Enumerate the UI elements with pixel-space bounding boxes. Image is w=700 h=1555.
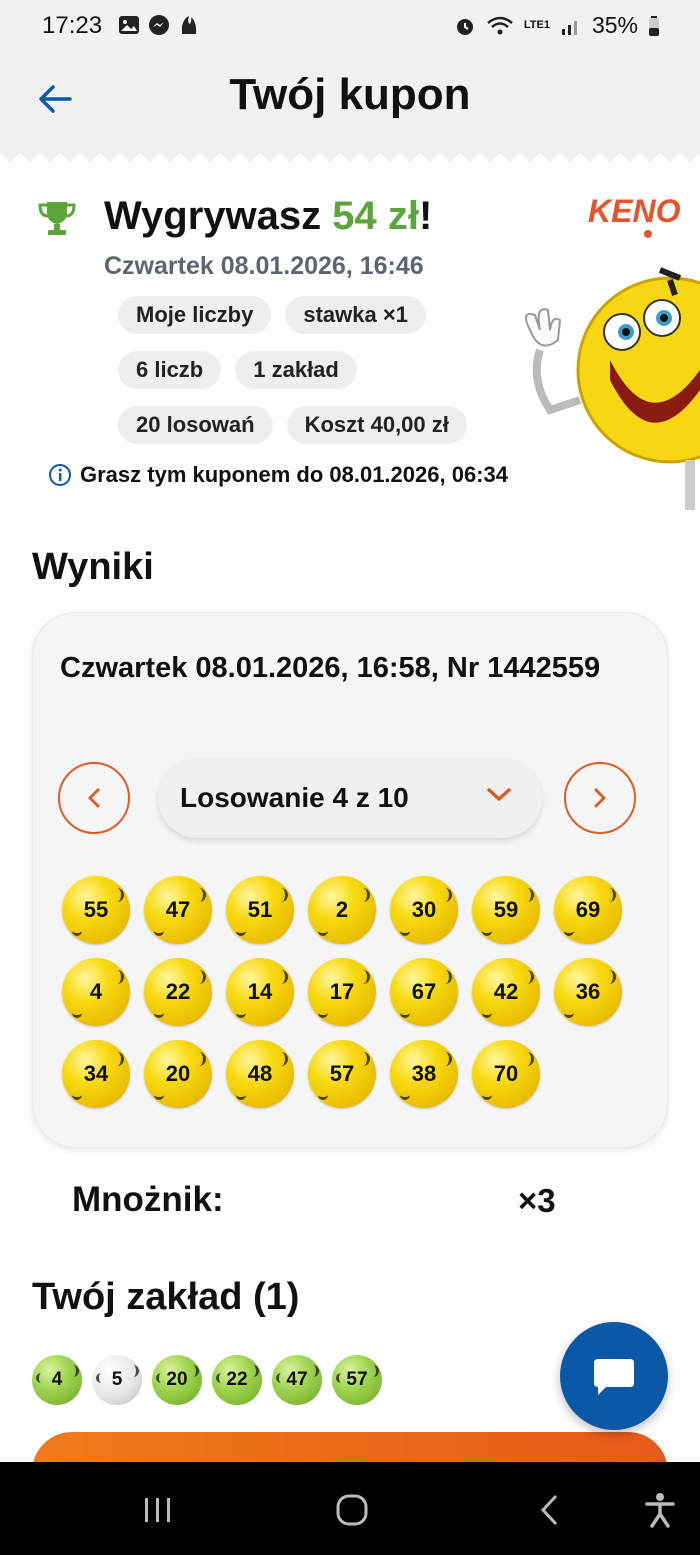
drawn-number-ball: 14 xyxy=(226,958,294,1026)
drawn-number-ball: 38 xyxy=(390,1040,458,1108)
ticket-edge xyxy=(0,152,700,164)
drawn-number-ball: 17 xyxy=(308,958,376,1026)
win-amount: 54 zł xyxy=(332,194,419,238)
home-button[interactable] xyxy=(332,1490,372,1530)
status-bar: 17:23 LTE1 35% xyxy=(0,0,700,52)
previous-draw-button[interactable] xyxy=(58,762,130,834)
drawn-number-ball: 48 xyxy=(226,1040,294,1108)
chip-numbers-count: 6 liczb xyxy=(118,351,222,389)
chat-button[interactable] xyxy=(560,1322,668,1430)
gallery-icon xyxy=(119,16,139,34)
drawn-number-ball: 2 xyxy=(308,876,376,944)
drawn-number-ball: 36 xyxy=(554,958,622,1026)
battery-percent: 35% xyxy=(591,12,638,38)
draw-date: Czwartek 08.01.2026, 16:58, Nr 1442559 xyxy=(60,652,601,684)
drawn-number-ball: 20 xyxy=(144,1040,212,1108)
chip-stake: stawka ×1 xyxy=(285,296,426,334)
accessibility-icon xyxy=(645,1493,675,1528)
chip-cost: Koszt 40,00 zł xyxy=(286,406,467,444)
alarm-icon xyxy=(456,18,473,35)
trophy-icon xyxy=(38,202,76,235)
system-back-button[interactable] xyxy=(530,1490,570,1530)
home-icon xyxy=(336,1494,368,1526)
drawn-number-ball: 4 xyxy=(62,958,130,1026)
info-icon xyxy=(49,464,71,486)
chevron-left-icon xyxy=(88,788,100,808)
bet-numbers: 4 5 20 22 47 57 xyxy=(32,1355,382,1405)
recent-apps-icon xyxy=(145,1498,170,1522)
page-title: Twój kupon xyxy=(229,70,471,119)
bet-number-hit: 47 xyxy=(272,1355,322,1405)
app-header: Twój kupon xyxy=(0,52,700,154)
network-label: LTE1 xyxy=(523,19,550,31)
wifi-icon xyxy=(487,16,513,34)
messenger-icon xyxy=(149,15,169,35)
drawn-number-ball: 34 xyxy=(62,1040,130,1108)
next-draw-button[interactable] xyxy=(564,762,636,834)
drawn-number-ball: 57 xyxy=(308,1040,376,1108)
draw-selector-label: Losowanie 4 z 10 xyxy=(180,782,409,813)
drawn-number-ball: 42 xyxy=(472,958,540,1026)
drawn-number-ball: 70 xyxy=(472,1040,540,1108)
status-right: LTE1 35% xyxy=(454,12,660,39)
status-time: 17:23 xyxy=(42,12,103,39)
accessibility-button[interactable] xyxy=(640,1490,680,1530)
chevron-right-icon xyxy=(594,788,606,808)
results-card: Czwartek 08.01.2026, 16:58, Nr 1442559 L… xyxy=(32,612,668,1148)
results-title: Wyniki xyxy=(32,546,154,588)
signal-icon xyxy=(561,20,577,35)
battery-icon xyxy=(649,15,659,36)
drawn-number-ball: 55 xyxy=(62,876,130,944)
chip-draws-count: 20 losowań xyxy=(118,406,273,444)
chip-bets-count: 1 zakład xyxy=(235,351,357,389)
keno-logo: KENO xyxy=(588,193,681,238)
notification-icons xyxy=(118,14,200,36)
coupon-date: Czwartek 08.01.2026, 16:46 xyxy=(104,252,424,280)
draw-selector[interactable]: Losowanie 4 z 10 xyxy=(158,758,542,838)
multiplier-value: ×3 xyxy=(518,1182,556,1219)
chat-bubble-icon xyxy=(594,1359,634,1395)
system-navigation-bar xyxy=(0,1462,700,1555)
keno-mascot-image xyxy=(525,267,700,510)
drawn-numbers: 55 47 51 2 30 59 69 4 22 14 17 67 42 36 34 20 48 57 38 70 xyxy=(62,876,642,1108)
drawn-number-ball: 67 xyxy=(390,958,458,1026)
bet-title: Twój zakład (1) xyxy=(32,1276,300,1318)
recent-apps-button[interactable] xyxy=(138,1490,178,1530)
system-back-icon xyxy=(540,1494,558,1526)
win-headline: Wygrywasz 54 zł! xyxy=(104,194,433,238)
drawn-number-ball: 47 xyxy=(144,876,212,944)
bet-number-hit: 20 xyxy=(152,1355,202,1405)
drawn-number-ball: 51 xyxy=(226,876,294,944)
drawn-number-ball: 22 xyxy=(144,958,212,1026)
drawn-number-ball: 69 xyxy=(554,876,622,944)
bet-number-hit: 4 xyxy=(32,1355,82,1405)
coupon-validity-info: Grasz tym kuponem do 08.01.2026, 06:34 xyxy=(48,462,508,488)
chevron-down-icon xyxy=(487,788,511,801)
bet-number-hit: 57 xyxy=(332,1355,382,1405)
bet-number-miss: 5 xyxy=(92,1355,142,1405)
drawn-number-ball: 59 xyxy=(472,876,540,944)
app-notification-icon xyxy=(182,16,197,34)
coupon-chips: Moje liczby stawka ×1 6 liczb 1 zakład 2… xyxy=(118,296,518,461)
bet-number-hit: 22 xyxy=(212,1355,262,1405)
multiplier-label: Mnożnik: xyxy=(72,1180,224,1219)
keno-logo-text: KENO xyxy=(588,193,681,229)
chip-numbers-mode: Moje liczby xyxy=(118,296,272,334)
drawn-number-ball: 30 xyxy=(390,876,458,944)
